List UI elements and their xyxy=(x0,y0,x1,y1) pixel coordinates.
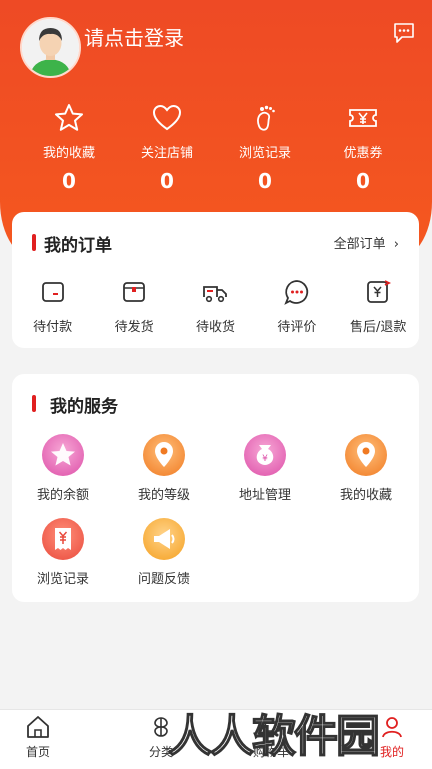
all-orders-link[interactable]: 全部订单 › xyxy=(334,233,399,252)
chevron-right-icon: › xyxy=(393,237,399,252)
stat-value: 0 xyxy=(160,169,174,193)
order-pending-receipt[interactable]: 待收货 xyxy=(180,278,250,335)
stat-value: 0 xyxy=(356,169,370,193)
service-address[interactable]: ¥ 地址管理 xyxy=(215,434,315,503)
order-label: 待发货 xyxy=(114,320,154,335)
heart-icon xyxy=(152,104,182,131)
wallet-icon xyxy=(41,282,64,302)
service-favorites[interactable]: 我的收藏 xyxy=(316,434,416,503)
message-icon[interactable] xyxy=(393,22,415,44)
order-label: 待付款 xyxy=(33,320,73,335)
history-icon xyxy=(42,518,84,560)
stat-label: 优惠券 xyxy=(343,146,383,161)
truck-icon xyxy=(203,286,228,303)
svg-text:¥: ¥ xyxy=(262,454,268,464)
service-level[interactable]: 我的等级 xyxy=(114,434,214,503)
tab-label: 首页 xyxy=(25,745,50,759)
service-label: 问题反馈 xyxy=(137,572,190,587)
order-label: 售后/退款 xyxy=(350,320,407,335)
stat-label: 浏览记录 xyxy=(238,146,291,161)
balance-icon xyxy=(42,434,84,476)
stat-browse-history[interactable]: 浏览记录 0 xyxy=(216,102,314,193)
order-pending-review[interactable]: 待评价 xyxy=(262,278,332,335)
coupon-icon xyxy=(349,109,377,127)
stat-value: 0 xyxy=(62,169,76,193)
home-icon xyxy=(27,716,49,738)
service-label: 我的等级 xyxy=(137,488,190,503)
stat-coupons[interactable]: 优惠券 0 xyxy=(314,102,412,193)
refund-icon xyxy=(367,280,392,303)
comment-icon xyxy=(284,280,309,305)
avatar[interactable] xyxy=(20,17,81,78)
stat-followed-shops[interactable]: 关注店铺 0 xyxy=(118,102,216,193)
service-label: 浏览记录 xyxy=(36,572,89,587)
order-label: 待收货 xyxy=(195,320,235,335)
stat-value: 0 xyxy=(258,169,272,193)
watermark: 人人软件园 xyxy=(167,710,381,763)
order-after-sales[interactable]: 售后/退款 xyxy=(343,278,413,335)
profile-icon xyxy=(382,717,402,738)
order-label: 待评价 xyxy=(277,320,317,335)
service-label: 地址管理 xyxy=(238,488,291,503)
service-history[interactable]: 浏览记录 xyxy=(13,518,113,587)
stat-label: 关注店铺 xyxy=(140,146,193,161)
favorite-icon xyxy=(345,434,387,476)
services-title: 我的服务 xyxy=(50,397,118,417)
order-status-row: 待付款 待发货 待收货 待评价 售后/退款 xyxy=(12,278,419,335)
service-feedback[interactable]: 问题反馈 xyxy=(114,518,214,587)
stat-label: 我的收藏 xyxy=(42,146,95,161)
service-balance[interactable]: 我的余额 xyxy=(13,434,113,503)
title-accent-bar xyxy=(32,395,36,412)
title-accent-bar xyxy=(32,234,36,251)
service-label: 我的余额 xyxy=(36,488,89,503)
footprint-icon xyxy=(257,105,275,131)
tab-home[interactable]: 首页 xyxy=(3,714,73,760)
stat-favorites[interactable]: 我的收藏 0 xyxy=(20,102,118,193)
orders-card: 我的订单 全部订单 › 待付款 待发货 待收货 待评价 售后/退款 xyxy=(12,212,419,348)
login-prompt[interactable]: 请点击登录 xyxy=(84,22,184,51)
order-pending-shipment[interactable]: 待发货 xyxy=(99,278,169,335)
order-pending-payment[interactable]: 待付款 xyxy=(18,278,88,335)
orders-title: 我的订单 xyxy=(44,236,112,256)
avatar-image xyxy=(22,19,79,76)
package-icon xyxy=(123,282,145,302)
feedback-icon xyxy=(143,518,185,560)
star-icon xyxy=(55,104,83,131)
service-label: 我的收藏 xyxy=(339,488,392,503)
services-card: 我的服务 我的余额 我的等级 ¥ 地址管理 我的收藏 浏览记录 问题反馈 xyxy=(12,374,419,602)
all-orders-label: 全部订单 xyxy=(333,237,386,252)
address-icon: ¥ xyxy=(244,434,286,476)
stats-row: 我的收藏 0 关注店铺 0 浏览记录 0 优惠券 0 xyxy=(0,102,432,193)
level-icon xyxy=(143,434,185,476)
